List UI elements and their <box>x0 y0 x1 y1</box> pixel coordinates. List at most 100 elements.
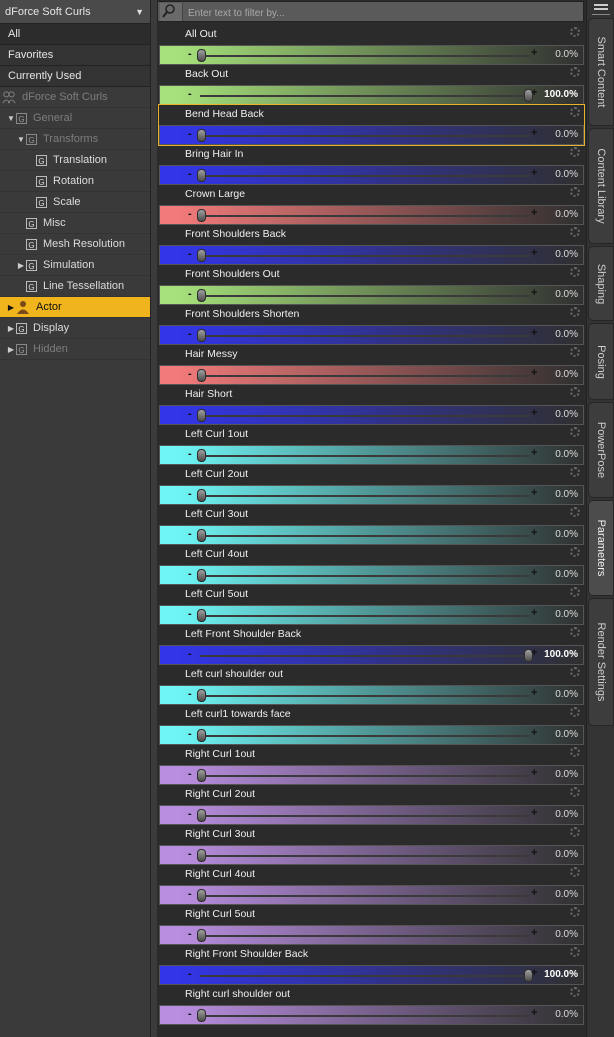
decrement-button[interactable]: - <box>188 408 192 420</box>
parameter-value[interactable]: 0.0% <box>555 329 578 340</box>
slider-knob[interactable] <box>197 529 206 542</box>
gear-icon[interactable] <box>570 667 580 677</box>
parameter-value[interactable]: 100.0% <box>544 649 578 660</box>
tab-powerpose[interactable]: PowerPose <box>588 402 614 498</box>
parameter-value[interactable]: 0.0% <box>555 209 578 220</box>
parameter-slider[interactable]: - +0.0% <box>159 885 584 905</box>
tree-item[interactable]: G Rotation <box>0 171 150 192</box>
parameter-value[interactable]: 0.0% <box>555 569 578 580</box>
parameter-slider[interactable]: - +0.0% <box>159 805 584 825</box>
search-input[interactable] <box>186 4 570 22</box>
parameter-slider[interactable]: - +0.0% <box>159 605 584 625</box>
parameter-slider[interactable]: - +0.0% <box>159 245 584 265</box>
slider-knob[interactable] <box>197 169 206 182</box>
decrement-button[interactable]: - <box>188 728 192 740</box>
gear-icon[interactable] <box>570 307 580 317</box>
parameter-row[interactable]: Right Curl 3out - +0.0% <box>159 825 584 865</box>
gear-icon[interactable] <box>570 27 580 37</box>
decrement-button[interactable]: - <box>188 128 192 140</box>
parameter-value[interactable]: 0.0% <box>555 489 578 500</box>
parameter-slider[interactable]: - +0.0% <box>159 565 584 585</box>
decrement-button[interactable]: - <box>188 568 192 580</box>
decrement-button[interactable]: - <box>188 48 192 60</box>
increment-button[interactable]: + <box>531 127 537 139</box>
tab-render-settings[interactable]: Render Settings <box>588 598 614 726</box>
decrement-button[interactable]: - <box>188 608 192 620</box>
parameter-slider[interactable]: - +0.0% <box>159 485 584 505</box>
increment-button[interactable]: + <box>531 367 537 379</box>
decrement-button[interactable]: - <box>188 688 192 700</box>
parameter-slider[interactable]: - +0.0% <box>159 1005 584 1025</box>
gear-icon[interactable] <box>570 947 580 957</box>
parameter-value[interactable]: 0.0% <box>555 129 578 140</box>
parameter-row[interactable]: Bend Head Back - +0.0% <box>158 104 585 146</box>
chevron-right-icon[interactable]: ▶ <box>6 303 16 312</box>
increment-button[interactable]: + <box>531 847 537 859</box>
slider-knob[interactable] <box>197 289 206 302</box>
parameter-slider[interactable]: - +100.0% <box>159 85 584 105</box>
chevron-right-icon[interactable]: ▶ <box>6 345 16 354</box>
parameter-value[interactable]: 0.0% <box>555 769 578 780</box>
parameter-slider[interactable]: - +100.0% <box>159 645 584 665</box>
parameter-row[interactable]: Left Curl 1out - +0.0% <box>159 425 584 465</box>
parameter-row[interactable]: Left curl shoulder out - +0.0% <box>159 665 584 705</box>
gear-icon[interactable] <box>570 227 580 237</box>
decrement-button[interactable]: - <box>188 928 192 940</box>
gear-icon[interactable] <box>570 187 580 197</box>
increment-button[interactable]: + <box>531 727 537 739</box>
parameter-value[interactable]: 100.0% <box>544 89 578 100</box>
chevron-down-icon[interactable]: ▼ <box>6 114 16 123</box>
increment-button[interactable]: + <box>531 807 537 819</box>
slider-knob[interactable] <box>197 849 206 862</box>
chevron-right-icon[interactable]: ▶ <box>16 261 26 270</box>
increment-button[interactable]: + <box>531 167 537 179</box>
slider-knob[interactable] <box>197 49 206 62</box>
tree-item[interactable]: ▶ G Hidden <box>0 339 150 360</box>
parameter-value[interactable]: 0.0% <box>555 169 578 180</box>
parameter-row[interactable]: Hair Messy - +0.0% <box>159 345 584 385</box>
decrement-button[interactable]: - <box>188 488 192 500</box>
tree-item[interactable]: G Scale <box>0 192 150 213</box>
decrement-button[interactable]: - <box>188 288 192 300</box>
parameter-value[interactable]: 0.0% <box>555 249 578 260</box>
chevron-down-icon[interactable]: ▼ <box>16 135 26 144</box>
gear-icon[interactable] <box>570 747 580 757</box>
increment-button[interactable]: + <box>531 767 537 779</box>
parameter-row[interactable]: Right Curl 1out - +0.0% <box>159 745 584 785</box>
slider-knob[interactable] <box>197 1009 206 1022</box>
parameter-slider[interactable]: - +0.0% <box>159 925 584 945</box>
parameter-row[interactable]: Right Curl 2out - +0.0% <box>159 785 584 825</box>
parameter-slider[interactable]: - +0.0% <box>159 205 584 225</box>
decrement-button[interactable]: - <box>188 1008 192 1020</box>
decrement-button[interactable]: - <box>188 968 192 980</box>
parameter-slider[interactable]: - +0.0% <box>159 165 584 185</box>
parameter-slider[interactable]: - +0.0% <box>159 325 584 345</box>
decrement-button[interactable]: - <box>188 168 192 180</box>
increment-button[interactable]: + <box>531 447 537 459</box>
slider-knob[interactable] <box>197 249 206 262</box>
parameter-value[interactable]: 0.0% <box>555 369 578 380</box>
tree-item[interactable]: G Misc <box>0 213 150 234</box>
increment-button[interactable]: + <box>531 687 537 699</box>
filter-item[interactable]: Currently Used <box>0 66 150 87</box>
parameter-row[interactable]: All Out - +0.0% <box>159 25 584 65</box>
gear-icon[interactable] <box>570 787 580 797</box>
parameter-slider[interactable]: - +0.0% <box>159 845 584 865</box>
parameter-slider[interactable]: - +0.0% <box>159 525 584 545</box>
parameter-row[interactable]: Bring Hair In - +0.0% <box>159 145 584 185</box>
parameter-value[interactable]: 0.0% <box>555 289 578 300</box>
parameter-row[interactable]: Front Shoulders Shorten - +0.0% <box>159 305 584 345</box>
parameter-slider[interactable]: - +0.0% <box>159 45 584 65</box>
gear-icon[interactable] <box>570 987 580 997</box>
increment-button[interactable]: + <box>531 527 537 539</box>
tree-item[interactable]: G Mesh Resolution <box>0 234 150 255</box>
increment-button[interactable]: + <box>531 407 537 419</box>
slider-knob[interactable] <box>197 409 206 422</box>
parameter-slider[interactable]: - +0.0% <box>159 365 584 385</box>
tab-smart-content[interactable]: Smart Content <box>588 18 614 126</box>
slider-knob[interactable] <box>197 929 206 942</box>
slider-knob[interactable] <box>197 809 206 822</box>
increment-button[interactable]: + <box>531 207 537 219</box>
decrement-button[interactable]: - <box>188 848 192 860</box>
parameter-slider[interactable]: - +0.0% <box>159 285 584 305</box>
